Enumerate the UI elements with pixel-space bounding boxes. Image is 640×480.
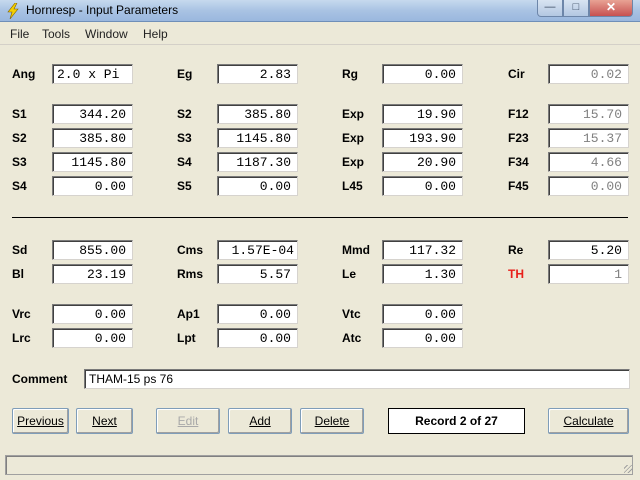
close-icon: ✕ xyxy=(605,0,617,14)
label-exp1: Exp xyxy=(342,107,365,121)
label-lrc: Lrc xyxy=(12,331,31,345)
field-s2[interactable]: 385.80 xyxy=(52,128,133,148)
maximize-icon: □ xyxy=(572,1,580,13)
resize-grip-icon[interactable] xyxy=(624,465,632,473)
field-le[interactable]: 1.30 xyxy=(382,264,463,284)
label-s3: S3 xyxy=(12,155,27,169)
field-atc[interactable]: 0.00 xyxy=(382,328,463,348)
delete-button[interactable]: Delete xyxy=(300,408,364,434)
menu-bar: File Tools Window Help xyxy=(0,23,640,45)
menu-window[interactable]: Window xyxy=(85,27,128,41)
label-f34: F34 xyxy=(508,155,529,169)
field-mmd[interactable]: 117.32 xyxy=(382,240,463,260)
label-s5: S5 xyxy=(177,179,192,193)
field-f12: 15.70 xyxy=(548,104,629,124)
field-exp3[interactable]: 20.90 xyxy=(382,152,463,172)
field-cir: 0.02 xyxy=(548,64,629,84)
label-re: Re xyxy=(508,243,524,257)
next-button[interactable]: Next xyxy=(76,408,133,434)
field-f23: 15.37 xyxy=(548,128,629,148)
label-mmd: Mmd xyxy=(342,243,370,257)
field-rms[interactable]: 5.57 xyxy=(217,264,298,284)
label-vtc: Vtc xyxy=(342,307,361,321)
field-exp1[interactable]: 19.90 xyxy=(382,104,463,124)
label-eg: Eg xyxy=(177,67,193,81)
edit-button[interactable]: Edit xyxy=(156,408,220,434)
label-s3a: S3 xyxy=(177,131,192,145)
field-rg[interactable]: 0.00 xyxy=(382,64,463,84)
label-comment: Comment xyxy=(12,372,68,386)
field-bl[interactable]: 23.19 xyxy=(52,264,133,284)
field-th: 1 xyxy=(548,264,629,284)
add-button[interactable]: Add xyxy=(228,408,292,434)
field-cms[interactable]: 1.57E-04 xyxy=(217,240,298,260)
menu-help[interactable]: Help xyxy=(143,27,168,41)
field-f34: 4.66 xyxy=(548,152,629,172)
label-cir: Cir xyxy=(508,67,525,81)
label-f12: F12 xyxy=(508,107,529,121)
menu-tools[interactable]: Tools xyxy=(42,27,70,41)
field-l45[interactable]: 0.00 xyxy=(382,176,463,196)
label-f23: F23 xyxy=(508,131,529,145)
label-exp3: Exp xyxy=(342,155,365,169)
field-s4a[interactable]: 1187.30 xyxy=(217,152,298,172)
field-f45: 0.00 xyxy=(548,176,629,196)
maximize-button[interactable]: □ xyxy=(563,0,589,17)
minimize-icon: — xyxy=(544,1,556,13)
field-ang[interactable]: 2.0 x Pi xyxy=(52,64,133,84)
label-rg: Rg xyxy=(342,67,358,81)
field-ap1[interactable]: 0.00 xyxy=(217,304,298,324)
label-bl: Bl xyxy=(12,267,24,281)
field-vtc[interactable]: 0.00 xyxy=(382,304,463,324)
label-s2a: S2 xyxy=(177,107,192,121)
field-vrc[interactable]: 0.00 xyxy=(52,304,133,324)
field-s5[interactable]: 0.00 xyxy=(217,176,298,196)
label-ang: Ang xyxy=(12,67,36,81)
minimize-button[interactable]: — xyxy=(537,0,563,17)
field-re[interactable]: 5.20 xyxy=(548,240,629,260)
label-th: TH xyxy=(508,267,524,281)
label-rms: Rms xyxy=(177,267,204,281)
field-eg[interactable]: 2.83 xyxy=(217,64,298,84)
title-bar[interactable]: Hornresp - Input Parameters — □ ✕ xyxy=(0,0,640,22)
record-indicator: Record 2 of 27 xyxy=(388,408,525,434)
menu-file[interactable]: File xyxy=(10,27,29,41)
previous-button[interactable]: Previous xyxy=(12,408,69,434)
field-s1[interactable]: 344.20 xyxy=(52,104,133,124)
label-s2: S2 xyxy=(12,131,27,145)
field-s3a[interactable]: 1145.80 xyxy=(217,128,298,148)
label-s1: S1 xyxy=(12,107,27,121)
field-s2a[interactable]: 385.80 xyxy=(217,104,298,124)
field-exp2[interactable]: 193.90 xyxy=(382,128,463,148)
label-sd: Sd xyxy=(12,243,28,257)
status-bar xyxy=(5,455,633,475)
label-l45: L45 xyxy=(342,179,363,193)
label-s4a: S4 xyxy=(177,155,192,169)
close-button[interactable]: ✕ xyxy=(589,0,633,17)
field-s4[interactable]: 0.00 xyxy=(52,176,133,196)
section-divider xyxy=(12,217,628,218)
label-exp2: Exp xyxy=(342,131,365,145)
calculate-button[interactable]: Calculate xyxy=(548,408,629,434)
label-le: Le xyxy=(342,267,357,281)
window-title: Hornresp - Input Parameters xyxy=(26,3,179,17)
label-cms: Cms xyxy=(177,243,204,257)
field-s3[interactable]: 1145.80 xyxy=(52,152,133,172)
label-lpt: Lpt xyxy=(177,331,196,345)
label-atc: Atc xyxy=(342,331,362,345)
label-ap1: Ap1 xyxy=(177,307,200,321)
field-lpt[interactable]: 0.00 xyxy=(217,328,298,348)
lightning-bolt-icon xyxy=(7,3,19,19)
label-s4: S4 xyxy=(12,179,27,193)
label-vrc: Vrc xyxy=(12,307,31,321)
comment-field[interactable]: THAM-15 ps 76 xyxy=(84,369,630,389)
field-sd[interactable]: 855.00 xyxy=(52,240,133,260)
field-lrc[interactable]: 0.00 xyxy=(52,328,133,348)
label-f45: F45 xyxy=(508,179,529,193)
